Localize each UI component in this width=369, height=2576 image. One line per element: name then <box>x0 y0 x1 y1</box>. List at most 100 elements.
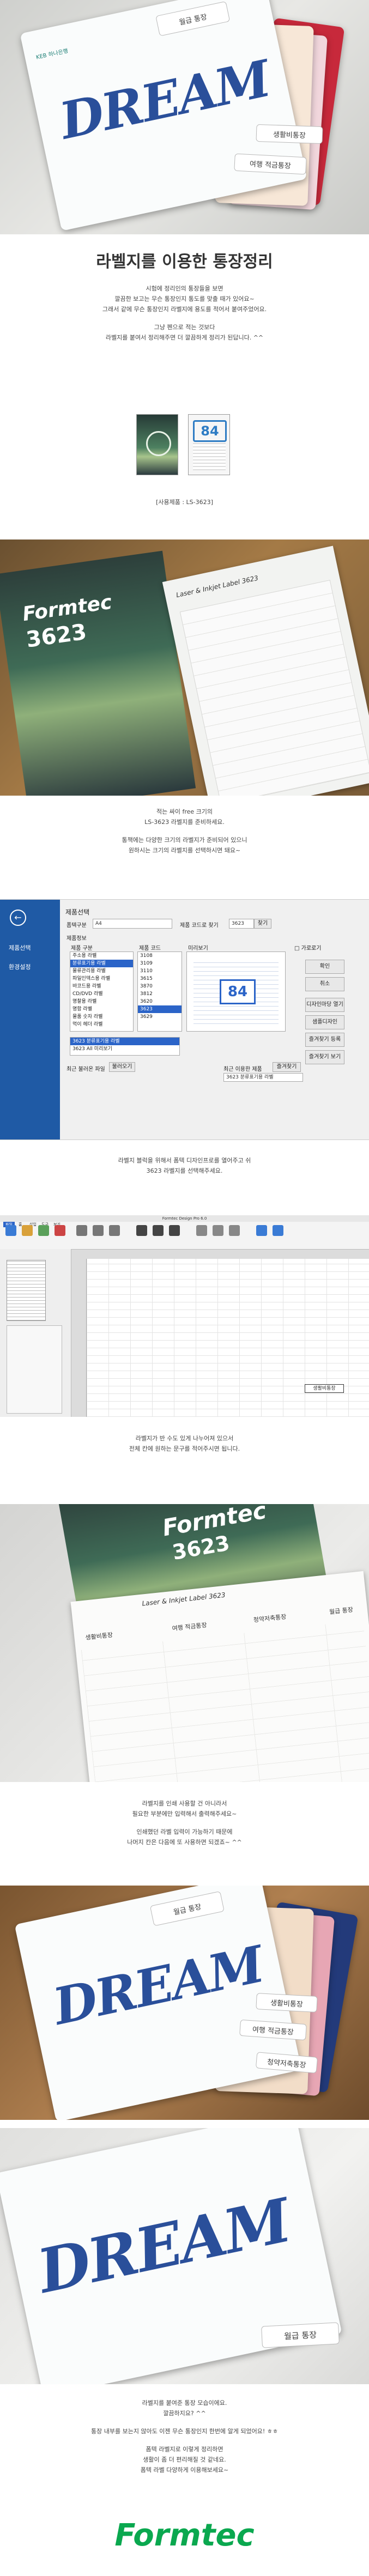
printed-label-2: 여행 적금통장 <box>172 1621 208 1633</box>
list-item[interactable]: 분류표기용 라벨 <box>70 960 133 967</box>
caption-a: 적는 싸이 free 크기의 LS-3623 라벨지를 준비하세요. 통책에는 … <box>122 808 247 854</box>
table-row[interactable]: 3623 분류표기용 라벨 <box>70 1038 179 1045</box>
page-title: 라벨지를 이용한 통장정리 <box>96 252 273 271</box>
sheet-title: Laser & Inkjet Label 3623 <box>141 1591 226 1608</box>
nav-settings[interactable]: 환경설정 <box>9 962 31 971</box>
printed-label-1: 생활비통장 <box>84 1631 113 1641</box>
sample-design-button[interactable]: 샘플디자인 <box>305 1015 344 1029</box>
arrange-icon[interactable] <box>229 1225 240 1236</box>
category-list[interactable]: 주소용 라벨 분류표기용 라벨 물류관리용 라벨 파일인덱스용 라벨 바코드용 … <box>70 951 134 1032</box>
bank-brand: KEB 하나은행 <box>35 48 69 61</box>
list-item[interactable]: 3870 <box>138 983 182 990</box>
table-row[interactable]: 3623 All 미리보기 <box>70 1045 179 1053</box>
window-title: Formtec Design Pro 6.0 <box>0 1215 369 1222</box>
load-button[interactable]: 불러오기 <box>109 1062 135 1072</box>
sheet-cells <box>81 1620 369 1782</box>
ribbon: Formtec Design Pro 6.0 파일 홈 삽입 도구 보기 <box>0 1215 369 1250</box>
nav-product-select[interactable]: 제품선택 <box>9 943 31 952</box>
recent-files-label: 최근 불러온 파일 <box>66 1066 105 1072</box>
photo-labeled-passbooks: DREAM 월급 통장 생활비통장 여행 적금통장 청약저축통장 <box>0 1886 369 2120</box>
list-item[interactable]: 명함 라벨 <box>70 1005 133 1013</box>
group-icon[interactable] <box>213 1225 223 1236</box>
save-icon[interactable] <box>38 1225 49 1236</box>
cut-icon[interactable] <box>76 1225 87 1236</box>
copy-icon[interactable] <box>93 1225 104 1236</box>
add-favorite-button[interactable]: 즐겨찾기 등록 <box>305 1033 344 1047</box>
preview-number: 84 <box>220 979 256 1004</box>
dialog-header: 제품선택 <box>65 908 90 916</box>
list-item[interactable]: 물류관리용 라벨 <box>70 967 133 975</box>
label-grid <box>87 1259 369 1417</box>
list-item[interactable]: 3629 <box>138 1013 182 1021</box>
open-icon[interactable] <box>22 1225 33 1236</box>
list-item[interactable]: 3110 <box>138 967 182 975</box>
list-item[interactable]: 3615 <box>138 975 182 983</box>
design-market-button[interactable]: 디자인마당 열기 <box>305 998 344 1012</box>
dream-word: DREAM <box>32 2185 296 2307</box>
recent-product-row[interactable]: 3623 분류표기용 라벨 <box>223 1073 303 1082</box>
back-arrow-icon[interactable]: ← <box>10 910 26 926</box>
new-icon[interactable] <box>5 1225 16 1236</box>
cancel-button[interactable]: 취소 <box>305 977 344 991</box>
table-icon[interactable] <box>273 1225 283 1236</box>
page-thumbnail[interactable] <box>7 1260 46 1321</box>
list-item[interactable]: 3812 <box>138 990 182 998</box>
list-item[interactable]: 먹이 헤더 라벨 <box>70 1021 133 1028</box>
label-sheet: Laser & Inkjet Label 3623 <box>162 545 369 796</box>
label-sticker-main: 월급 통장 <box>261 2322 340 2348</box>
brand-label: 폼텍구분 <box>66 923 87 929</box>
label-sticker-1: 월급 통장 <box>155 1 231 37</box>
list-item[interactable]: 3623 <box>138 1005 182 1013</box>
favorite-button[interactable]: 즐겨찾기 <box>273 1062 301 1072</box>
text-icon[interactable] <box>136 1225 147 1236</box>
product-number: 84 <box>193 420 227 442</box>
product-booklet-thumb <box>136 414 178 475</box>
align-icon[interactable] <box>196 1225 207 1236</box>
barcode-icon[interactable] <box>256 1225 267 1236</box>
search-input[interactable]: 3623 <box>229 919 254 929</box>
result-list[interactable]: 3623 분류표기용 라벨 3623 All 미리보기 <box>70 1037 180 1056</box>
product-caption: [사용제품 : LS-3623] <box>156 499 213 506</box>
printed-label-3: 청약저축통장 <box>253 1613 287 1624</box>
booklet-ring-icon <box>146 431 171 456</box>
col-code: 제품 코드 <box>139 945 161 951</box>
list-item[interactable]: 3620 <box>138 998 182 1005</box>
label-sticker-3: 여행 적금통장 <box>234 153 307 175</box>
dream-word: DREAM <box>48 1935 269 2036</box>
sheet-cells <box>179 579 369 796</box>
list-item[interactable]: CD/DVD 라벨 <box>70 990 133 998</box>
brand-select[interactable]: A4 <box>93 919 172 929</box>
sheet-grid-icon <box>193 443 226 470</box>
booklet-number: 3623 <box>25 619 88 653</box>
ok-button[interactable]: 확인 <box>305 960 344 974</box>
photo-printed-sheet: Formtec 3623 Laser & Inkjet Label 3623 생… <box>0 1504 369 1782</box>
design-editor: Formtec Design Pro 6.0 파일 홈 삽입 도구 보기 생활비… <box>0 1215 369 1417</box>
list-item[interactable]: 3109 <box>138 960 182 967</box>
image-icon[interactable] <box>169 1225 180 1236</box>
list-item[interactable]: 3108 <box>138 952 182 960</box>
caption-e: 라벨지를 붙여준 통장 모습이에요. 깔끔하지요? ^^ 통장 내부를 보는지 … <box>91 2399 278 2474</box>
page-thumbnail-panel <box>0 1249 71 1417</box>
reverse-checkbox[interactable]: □ 가로로기 <box>294 943 321 951</box>
list-item[interactable]: 주소용 라벨 <box>70 952 133 960</box>
favorites-button[interactable]: 즐겨찾기 보기 <box>305 1050 344 1064</box>
printed-label-sheet: Laser & Inkjet Label 3623 생활비통장 여행 적금통장 … <box>70 1571 369 1782</box>
col-preview: 미리보기 <box>188 945 208 951</box>
code-list[interactable]: 3108 3109 3110 3615 3870 3812 3620 3623 … <box>137 951 182 1032</box>
list-item[interactable]: 물품 숫자 라벨 <box>70 1013 133 1021</box>
dream-word: DREAM <box>55 49 275 151</box>
list-item[interactable]: 명찰용 라벨 <box>70 998 133 1005</box>
selected-label-text[interactable]: 생활비통장 <box>305 1384 344 1393</box>
group-label: 제품정보 <box>66 936 87 942</box>
shape-icon[interactable] <box>153 1225 164 1236</box>
search-button[interactable]: 찾기 <box>254 919 271 929</box>
print-icon[interactable] <box>55 1225 65 1236</box>
product-select-dialog: ← 제품선택 환경설정 제품선택 폼텍구분 A4 제품 코드로 찾기 3623 … <box>0 899 369 1140</box>
col-category: 제품 구분 <box>71 945 93 951</box>
list-item[interactable]: 파일인덱스용 라벨 <box>70 975 133 983</box>
product-sheet-thumb: 84 <box>188 414 230 475</box>
design-canvas[interactable]: 생활비통장 <box>86 1259 369 1417</box>
label-sticker-2: 생활비통장 <box>256 1993 318 2013</box>
paste-icon[interactable] <box>109 1225 120 1236</box>
list-item[interactable]: 바코드용 라벨 <box>70 983 133 990</box>
